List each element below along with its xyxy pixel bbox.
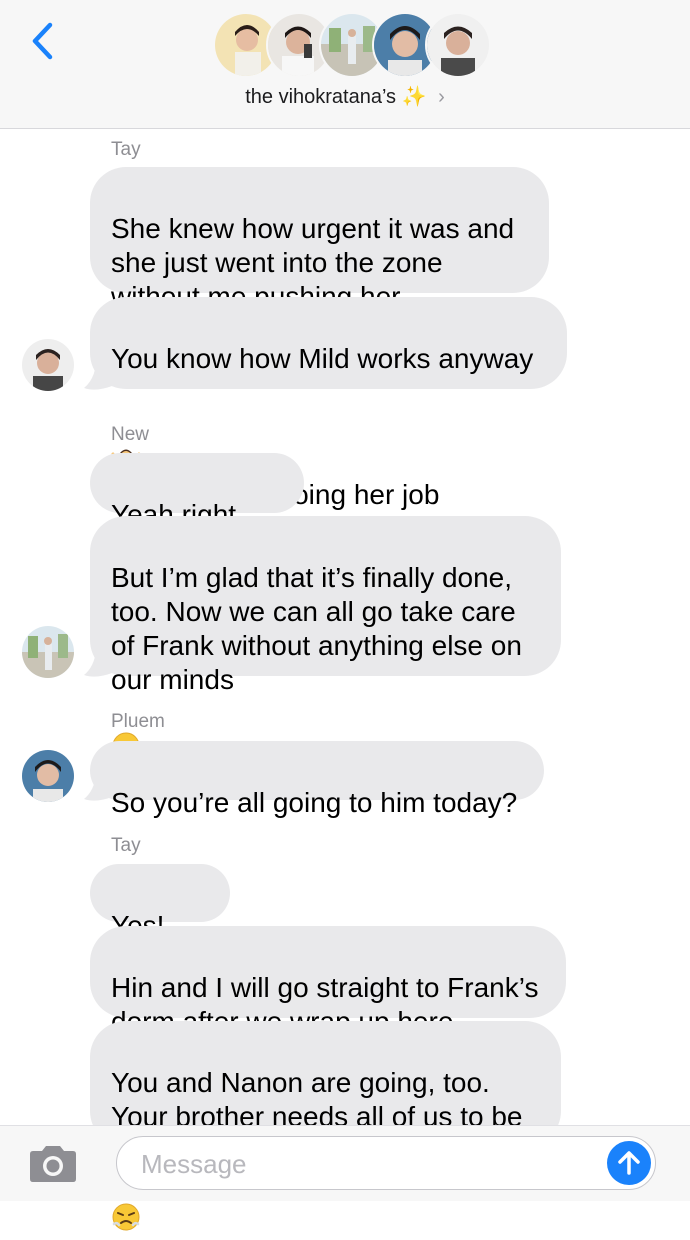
message-bubble[interactable]: You know how Mild works anyway She was j…: [90, 297, 567, 510]
composer-bar: [0, 1125, 690, 1201]
chevron-left-icon: [32, 22, 53, 60]
chevron-right-icon: ›: [438, 86, 445, 108]
bubble-tail: [84, 775, 112, 801]
sender-name: Tay: [111, 835, 141, 856]
sender-name: Tay: [111, 139, 141, 160]
message-input[interactable]: [139, 1143, 583, 1185]
message-bubble[interactable]: But I’m glad that it’s finally done, too…: [90, 516, 561, 760]
message-bubble[interactable]: Yes!: [90, 864, 230, 1006]
avatar-new[interactable]: [22, 626, 74, 678]
message-bubble[interactable]: She knew how urgent it was and she just …: [90, 167, 549, 312]
group-name: the vihokratana’s: [245, 86, 397, 108]
group-name-row[interactable]: the vihokratana’s ✨ ›: [0, 84, 690, 109]
sender-name: New: [111, 424, 150, 445]
message-bubble[interactable]: Hin and I will go straight to Frank’s do…: [90, 926, 566, 1037]
sparkles-icon: ✨: [401, 86, 427, 108]
send-button[interactable]: [607, 1141, 651, 1185]
member-avatar: [425, 12, 491, 78]
camera-icon: [30, 1146, 76, 1182]
message-input-container: [116, 1136, 656, 1190]
message-text: You know how Mild works anyway: [111, 343, 534, 374]
bubble-tail: [84, 651, 112, 677]
message-bubble[interactable]: So you’re all going to him today?: [90, 741, 544, 818]
bubble-tail: [84, 364, 112, 390]
avatar-pluem[interactable]: [22, 750, 74, 802]
camera-button[interactable]: [26, 1144, 80, 1184]
group-avatars[interactable]: [213, 12, 491, 80]
conversation-header: the vihokratana’s ✨ ›: [0, 0, 690, 129]
message-bubble[interactable]: Yeah right: [90, 453, 304, 595]
sender-name: Pluem: [111, 711, 165, 732]
arrow-up-icon: [618, 1151, 640, 1175]
avatar-tay[interactable]: [22, 339, 74, 391]
back-button[interactable]: [22, 16, 62, 66]
message-text: So you’re all going to him today?: [111, 787, 518, 818]
message-text: But I’m glad that it’s finally done, too…: [111, 562, 522, 695]
